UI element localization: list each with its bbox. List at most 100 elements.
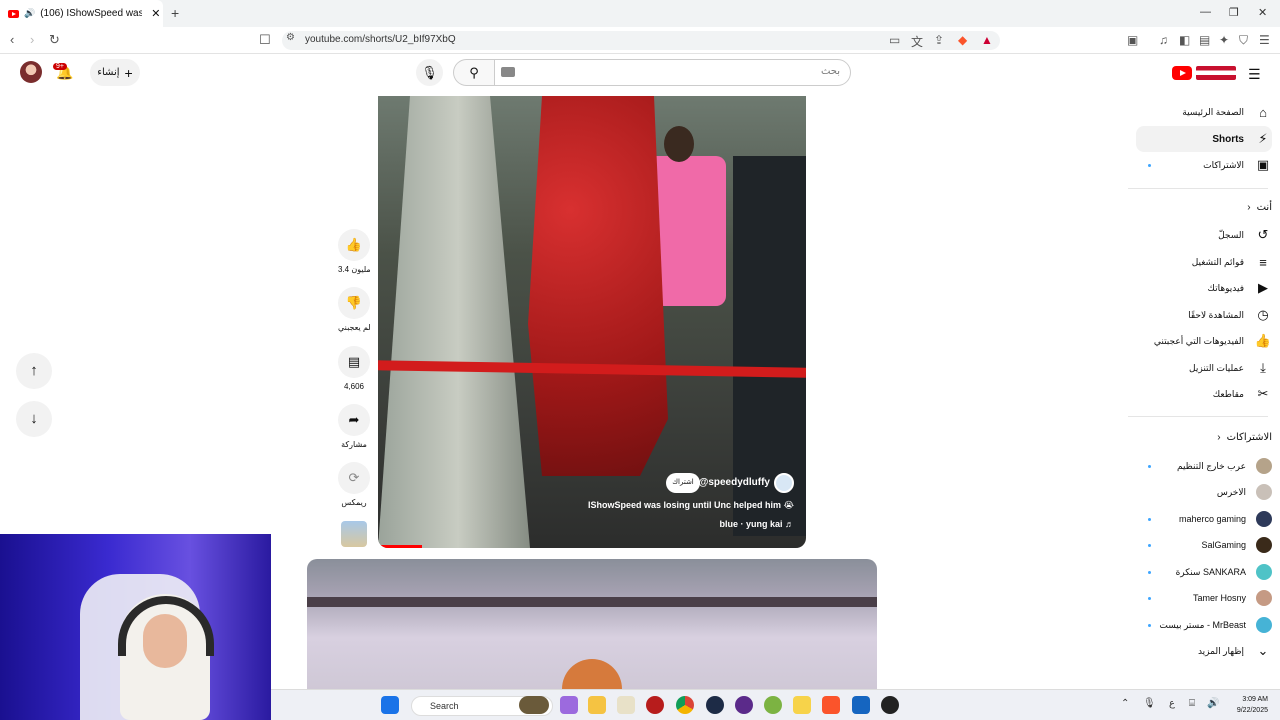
share-page-icon[interactable]: ⇪ [934,33,944,47]
tray-chevron-up-icon[interactable]: ⌃ [1121,698,1129,709]
comments-button[interactable]: ▤ 4,606 [338,346,370,391]
share-icon: ➦ [338,404,370,436]
sidebar-item-shorts[interactable]: Shorts ⚡ [1136,126,1272,152]
maximize-button[interactable]: ❐ [1229,6,1239,19]
sidebar-item-subscriptions[interactable]: الاشتراكات ▣ [1136,152,1272,178]
sidebar-item-playlists[interactable]: قوائم التشغيل ≡ [1136,249,1272,275]
subscriptions-icon: ▣ [1256,157,1270,172]
create-button[interactable]: إنشاء + [90,59,140,86]
brave-icon[interactable] [822,696,840,714]
dislike-button[interactable]: 👎 لم يعجبني [338,287,371,332]
app-red-icon[interactable] [646,696,664,714]
system-clock[interactable]: 3:09 AM 9/22/2025 [1237,694,1268,716]
video-progress-bar[interactable] [378,545,422,548]
subscribe-button[interactable]: اشتراك [666,473,700,493]
sidebar-item-label: SalGaming [1201,540,1246,550]
obs-icon[interactable] [881,696,899,714]
sidebar-item-subscription[interactable]: مستر بيست - MrBeast [1136,612,1272,638]
sidebar-item-subscription[interactable]: Tamer Hosny [1136,585,1272,611]
app-yellow-icon[interactable] [793,696,811,714]
youtube-logo[interactable] [1172,66,1192,80]
translate-icon[interactable]: 文 [911,33,923,50]
app-purple-icon[interactable] [735,696,753,714]
volume-icon[interactable]: 🔊 [1207,698,1219,709]
bookmark-icon[interactable]: ☐ [259,32,271,48]
network-icon[interactable]: ⌸ [1189,698,1195,709]
short-video-player[interactable]: @speedydluffy اشتراك IShowSpeed was losi… [378,96,806,548]
sidebar-item-label: السجلّ [1218,229,1244,240]
windows-start-icon[interactable] [381,696,399,714]
minimize-button[interactable]: — [1200,6,1211,18]
sidebar-item-label: عرب خارج التنظيم [1176,460,1246,471]
short-caption[interactable]: IShowSpeed was losing until Unc helped h… [588,500,794,511]
sidebar-item-home[interactable]: الصفحة الرئيسية ⌂ [1136,99,1272,125]
new-content-dot [1148,465,1151,468]
next-short-preview[interactable] [307,559,877,690]
channel-handle[interactable]: @speedydluffy [699,477,770,488]
sidebar-item-subscription[interactable]: عرب خارج التنظيم [1136,453,1272,479]
forward-icon[interactable]: › [30,32,34,47]
rewards-icon[interactable]: ▲ [981,33,993,47]
search-button[interactable]: ⚲ [453,59,494,86]
reload-icon[interactable]: ↻ [49,32,60,48]
sidebar-item-label: maherco gaming [1178,514,1246,524]
speaker-icon[interactable]: 🔊 [24,8,35,19]
sidebar-item-downloads[interactable]: عمليات التنزيل ⤓ [1136,355,1272,381]
reader-icon[interactable]: ◧ [1179,33,1190,47]
notes-icon[interactable] [617,696,635,714]
site-info-icon[interactable]: ⚙ [286,32,295,43]
close-window-button[interactable]: ✕ [1258,6,1267,19]
cast-icon[interactable]: ▭ [889,33,900,47]
channel-avatar[interactable] [774,473,794,493]
copilot-icon[interactable] [560,696,578,714]
app-green-icon[interactable] [764,696,782,714]
brave-shield-icon[interactable]: ◆ [958,33,967,47]
sidebar-item-your-videos[interactable]: فيديوهاتك ▶ [1136,275,1272,301]
app-c-icon[interactable] [706,696,724,714]
voice-search-button[interactable]: 🎙 [416,59,443,86]
new-tab-button[interactable]: + [171,5,179,21]
vpn-icon[interactable]: ⛉ [1239,33,1248,48]
account-avatar[interactable] [20,61,42,83]
like-button[interactable]: 👍 3.4 مليون [338,229,371,274]
you-section-header[interactable]: › أنت [1247,202,1272,213]
tray-mic-icon[interactable]: 🎙 [1143,698,1156,709]
sidebar-item-watch-later[interactable]: المشاهدة لاحقًا ◷ [1136,302,1272,328]
sidebar-item-history[interactable]: السجلّ ↺ [1136,222,1272,248]
show-more-button[interactable]: إظهار المزيد ⌄ [1136,638,1272,664]
sidebar-item-subscription[interactable]: maherco gaming [1136,506,1272,532]
back-icon[interactable]: ‹ [10,32,14,47]
news-widget-icon[interactable] [519,696,549,714]
language-indicator[interactable]: ع [1169,698,1175,709]
you-header-label: أنت [1256,202,1272,213]
subscriptions-section-header[interactable]: › الاشتراكات [1217,432,1272,443]
sidebar-item-subscription[interactable]: الاخرس [1136,479,1272,505]
share-button[interactable]: ➦ مشاركة [338,404,370,449]
music-label[interactable]: blue · yung kai ♬ [719,519,794,529]
sidebar-toggle-icon[interactable]: ▣ [1127,33,1138,47]
media-icon[interactable]: ♫ [1159,33,1168,47]
active-tab[interactable]: 🔊 (106) IShowSpeed was losing ✕ [0,0,163,27]
sidebar-item-clips[interactable]: مقاطعك ✂ [1136,381,1272,407]
remix-icon: ⟳ [338,462,370,494]
remix-button[interactable]: ⟳ ريمكس [338,462,370,507]
new-content-dot [1148,164,1151,167]
sound-thumbnail[interactable] [341,521,367,547]
previous-short-button[interactable]: ↑ [16,353,52,389]
liked-icon: 👍 [1254,333,1272,348]
next-short-button[interactable]: ↓ [16,401,52,437]
file-explorer-icon[interactable] [588,696,606,714]
wallet-icon[interactable]: ▤ [1199,33,1210,47]
close-tab-icon[interactable]: ✕ [151,7,160,20]
sidebar-item-subscription[interactable]: سنكرة SANKARA [1136,559,1272,585]
chrome-icon[interactable] [676,696,694,714]
search-input[interactable]: بحث [494,59,851,86]
leo-ai-icon[interactable]: ✦ [1219,33,1229,47]
hamburger-menu-icon[interactable]: ☰ [1248,66,1261,83]
keyboard-icon[interactable] [501,67,515,77]
sidebar-item-subscription[interactable]: SalGaming [1136,532,1272,558]
url-text[interactable]: youtube.com/shorts/U2_bIf97XbQ [305,34,456,45]
app-blue-icon[interactable] [852,696,870,714]
browser-menu-icon[interactable]: ☰ [1259,33,1270,47]
sidebar-item-liked-videos[interactable]: الفيديوهات التي أعجبتني 👍 [1136,328,1272,354]
